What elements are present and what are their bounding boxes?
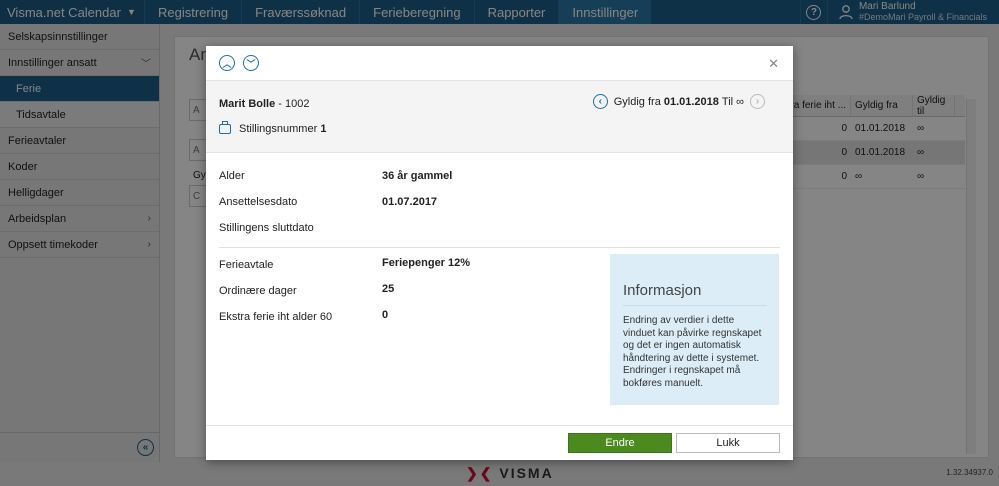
dialog-toolbar: ︿ ﹀ ✕	[206, 46, 793, 80]
chevron-up-icon: ︿	[222, 58, 232, 69]
edit-button[interactable]: Endre	[568, 433, 672, 453]
previous-period-button[interactable]: ‹	[592, 94, 608, 109]
field-label: Ansettelsesdato	[219, 196, 298, 208]
employee-id: - 1002	[275, 98, 310, 110]
next-period-button[interactable]: ›	[750, 94, 765, 109]
position-info: Stillingsnummer 1	[219, 121, 327, 135]
field-value: 25	[382, 283, 395, 295]
valid-to-value: ∞	[736, 95, 744, 108]
field-value: 36 år gammel	[382, 170, 453, 182]
info-title: Informasjon	[623, 282, 767, 306]
valid-from-label: Gyldig fra	[613, 95, 661, 108]
position-label: Stillingsnummer	[239, 123, 318, 135]
dialog-header: Marit Bolle - 1002 Stillingsnummer 1 ‹ G…	[206, 80, 793, 153]
valid-from-value: 01.01.2018	[663, 95, 719, 108]
chevron-right-icon: ›	[755, 96, 760, 107]
employee-name: Marit Bolle	[219, 98, 276, 110]
chevron-left-icon: ‹	[598, 96, 602, 107]
validity-period: ‹ Gyldig fra 01.01.2018 Til ∞ ›	[587, 94, 771, 109]
valid-to-label: Til	[721, 95, 734, 108]
information-panel: Informasjon Endring av verdier i dette v…	[610, 254, 779, 405]
field-label: Ekstra ferie iht alder 60	[219, 311, 333, 323]
field-value: 0	[382, 309, 389, 321]
next-record-button[interactable]: ﹀	[243, 55, 259, 71]
close-icon[interactable]: ✕	[768, 56, 779, 72]
position-value: 1	[320, 123, 327, 135]
close-button[interactable]: Lukk	[676, 433, 780, 453]
employee-heading: Marit Bolle - 1002	[219, 98, 309, 110]
field-value: 01.07.2017	[382, 196, 438, 208]
dialog-footer: Endre Lukk	[206, 425, 793, 460]
briefcase-icon	[219, 121, 231, 134]
previous-record-button[interactable]: ︿	[219, 55, 235, 71]
info-text: Endring av verdier i dette vinduet kan p…	[623, 315, 762, 389]
field-value: Feriepenger 12%	[382, 257, 471, 269]
field-label: Ordinære dager	[219, 285, 297, 297]
chevron-down-icon: ﹀	[246, 58, 256, 69]
section-divider	[219, 247, 780, 248]
employee-vacation-dialog: ︿ ﹀ ✕ Marit Bolle - 1002 Stillingsnummer…	[206, 46, 793, 460]
field-label: Ferieavtale	[219, 259, 274, 271]
field-label: Stillingens sluttdato	[219, 222, 314, 234]
field-label: Alder	[219, 170, 245, 182]
